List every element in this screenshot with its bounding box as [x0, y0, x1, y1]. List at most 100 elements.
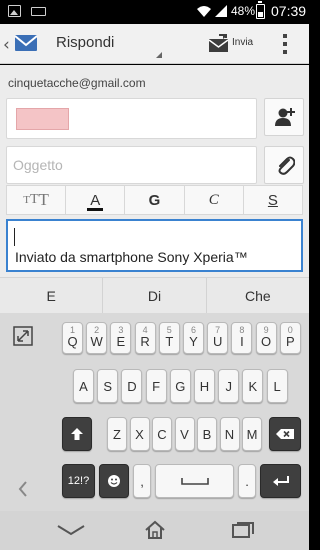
add-contact-icon: [275, 108, 295, 126]
key-label: P: [285, 333, 295, 349]
to-field[interactable]: [6, 98, 257, 139]
key-z[interactable]: Z: [107, 417, 127, 451]
bold-button[interactable]: G: [125, 186, 185, 214]
key-label: Z: [113, 426, 121, 442]
clock: 07:39: [271, 3, 307, 19]
key-label: L: [273, 378, 281, 394]
key-secondary-label: 9: [263, 325, 269, 335]
key-label: K: [248, 378, 258, 394]
compose-area: cinquetacche@gmail.com TTT A G C S Inv: [0, 65, 309, 277]
key-secondary-label: 2: [94, 325, 100, 335]
key-n[interactable]: N: [219, 417, 240, 451]
key-secondary-label: 5: [166, 325, 172, 335]
text-cursor: [14, 228, 15, 246]
period-key[interactable]: .: [238, 464, 256, 498]
key-label: R: [140, 333, 150, 349]
key-y[interactable]: Y6: [183, 322, 204, 354]
key-g[interactable]: G: [169, 369, 191, 403]
key-s[interactable]: S: [97, 369, 119, 403]
key-l[interactable]: L: [266, 369, 288, 403]
key-e[interactable]: E3: [110, 322, 132, 354]
backspace-icon: [276, 429, 294, 439]
enter-key[interactable]: [260, 464, 301, 498]
key-p[interactable]: P0: [279, 322, 301, 354]
image-notification-icon: [8, 5, 21, 17]
subject-field[interactable]: [6, 146, 257, 184]
signal-icon: [215, 5, 227, 17]
key-m[interactable]: M: [242, 417, 262, 451]
key-h[interactable]: H: [194, 369, 215, 403]
emoji-key[interactable]: [99, 464, 129, 498]
attach-icon: [278, 156, 295, 175]
key-label: V: [180, 426, 189, 442]
back-icon[interactable]: ‹: [3, 35, 10, 55]
underline-button[interactable]: S: [244, 186, 302, 214]
add-contact-button[interactable]: [264, 98, 304, 136]
expand-icon[interactable]: [12, 325, 34, 347]
hide-keyboard-icon[interactable]: [15, 478, 31, 500]
recipient-chip[interactable]: [16, 108, 69, 130]
shift-key[interactable]: [62, 417, 92, 451]
send-button[interactable]: Invia: [202, 24, 262, 64]
message-body-field[interactable]: Inviato da smartphone Sony Xperia™: [6, 219, 303, 272]
suggestion-1[interactable]: E: [0, 278, 104, 313]
key-label: J: [225, 378, 232, 394]
status-bar: 48% 07:39: [0, 0, 309, 24]
key-v[interactable]: V: [174, 417, 195, 451]
italic-button[interactable]: C: [185, 186, 244, 214]
signature-text: Inviato da smartphone Sony Xperia™: [15, 249, 248, 265]
key-x[interactable]: X: [129, 417, 150, 451]
space-key[interactable]: [155, 464, 234, 498]
key-j[interactable]: J: [218, 369, 240, 403]
word-suggestions: E Di Che: [0, 277, 309, 313]
key-i[interactable]: I8: [231, 322, 253, 354]
key-k[interactable]: K: [242, 369, 264, 403]
key-label: A: [79, 378, 88, 394]
suggestion-3[interactable]: Che: [207, 278, 309, 313]
font-color-button[interactable]: A: [66, 186, 126, 214]
key-label: N: [224, 426, 235, 442]
key-label: X: [135, 426, 144, 442]
key-w[interactable]: W2: [86, 322, 108, 354]
comma-key[interactable]: ,: [133, 464, 151, 498]
formatting-toolbar: TTT A G C S: [6, 185, 303, 215]
key-r[interactable]: R4: [134, 322, 156, 354]
font-size-button[interactable]: TTT: [7, 186, 67, 214]
key-label: O: [261, 333, 272, 349]
nav-home-icon[interactable]: [144, 519, 166, 541]
key-label: Y: [189, 333, 198, 349]
key-secondary-label: 8: [239, 325, 245, 335]
key-label: W: [90, 333, 103, 349]
key-t[interactable]: T5: [158, 322, 180, 354]
shift-icon: [71, 428, 83, 440]
key-o[interactable]: O9: [255, 322, 277, 354]
attach-button[interactable]: [264, 146, 304, 184]
enter-icon: [272, 476, 289, 486]
send-icon: [208, 34, 229, 52]
suggestion-2[interactable]: Di: [103, 278, 207, 313]
navigation-bar: [0, 511, 309, 550]
key-a[interactable]: A: [73, 369, 94, 403]
key-label: U: [212, 333, 223, 349]
key-b[interactable]: B: [197, 417, 217, 451]
key-c[interactable]: C: [152, 417, 172, 451]
key-label: M: [246, 426, 258, 442]
key-label: T: [165, 333, 174, 349]
key-secondary-label: 6: [190, 325, 196, 335]
key-u[interactable]: U7: [207, 322, 229, 354]
nav-recents-icon[interactable]: [231, 521, 255, 539]
backspace-key[interactable]: [269, 417, 301, 451]
wifi-icon: [197, 6, 211, 17]
symbols-key[interactable]: 12!?: [62, 464, 95, 498]
email-app-icon[interactable]: [14, 33, 38, 53]
key-q[interactable]: Q1: [62, 322, 83, 354]
nav-back-icon[interactable]: [56, 523, 86, 537]
key-d[interactable]: D: [121, 369, 143, 403]
screen-title[interactable]: Rispondi: [56, 34, 114, 51]
key-secondary-label: 7: [215, 325, 221, 335]
key-f[interactable]: F: [145, 369, 167, 403]
key-label: F: [152, 378, 161, 394]
subject-input[interactable]: [7, 147, 256, 183]
key-label: C: [157, 426, 167, 442]
overflow-menu-icon[interactable]: [278, 32, 292, 56]
